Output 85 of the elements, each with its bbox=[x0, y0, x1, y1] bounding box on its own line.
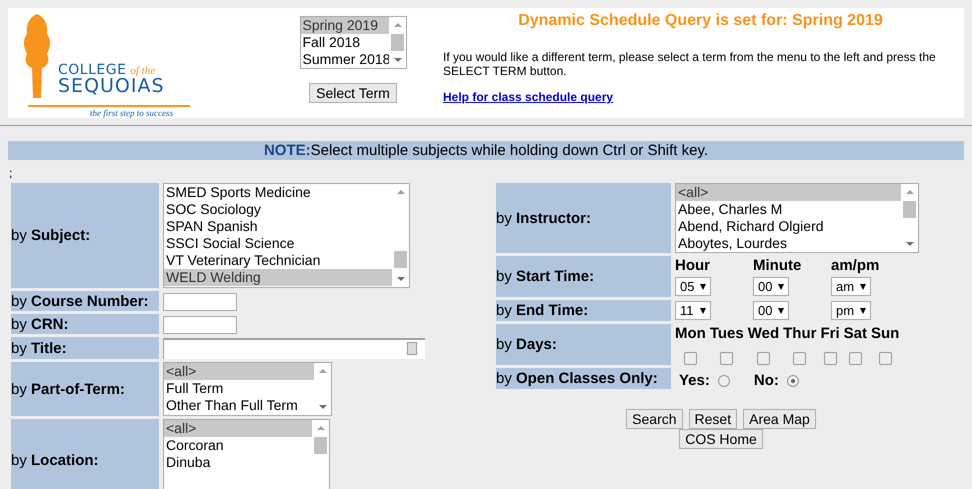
term-option[interactable]: Summer 2018 bbox=[300, 51, 388, 68]
form-button[interactable]: COS Home bbox=[679, 429, 763, 449]
listbox-option[interactable]: Dinuba bbox=[164, 454, 312, 471]
listbox-option[interactable]: VT Veterinary Technician bbox=[164, 252, 392, 269]
instructions: If you would like a different term, please select a term from the menu to the left and press the SELECT TERM button. bbox=[443, 50, 937, 78]
logo-text: of the bbox=[130, 65, 156, 77]
logo-text: SEQUOIAS bbox=[58, 77, 165, 96]
form-button[interactable]: Search bbox=[626, 409, 683, 429]
day-label: Thur bbox=[783, 324, 816, 344]
day-checkbox[interactable] bbox=[793, 352, 806, 365]
filter-listbox[interactable]: <all> Full Term Other Than Full Term bbox=[163, 362, 332, 416]
listbox-option[interactable]: Aboytes, Lourdes bbox=[676, 235, 901, 252]
day-checkbox[interactable] bbox=[720, 352, 734, 365]
text-input[interactable] bbox=[163, 293, 237, 311]
term-option[interactable]: Spring 2019 bbox=[300, 17, 388, 34]
filter-label: by CRN: bbox=[11, 314, 159, 334]
logo-tagline: the first step to success bbox=[90, 108, 173, 118]
filter-label: by Part-of-Term: bbox=[11, 362, 159, 416]
listbox-option[interactable]: Abend, Richard Olgierd bbox=[676, 218, 901, 235]
listbox-option[interactable]: Full Term bbox=[164, 380, 314, 397]
day-label: Sun bbox=[870, 324, 900, 344]
listbox-option[interactable]: SMED Sports Medicine bbox=[164, 184, 392, 201]
title-input[interactable] bbox=[163, 338, 425, 359]
caret-icon bbox=[778, 308, 784, 314]
radio-label: No: bbox=[754, 372, 779, 389]
filter-listbox[interactable]: SMED Sports Medicine SOC Sociology SPAN Spanish SSCI Social Science VT Veterinary Technician WELD Welding bbox=[163, 183, 410, 288]
separator-text: ; bbox=[9, 166, 14, 178]
listbox-option[interactable]: Other Than Full Term bbox=[164, 397, 314, 414]
day-label: Tues bbox=[710, 324, 744, 344]
listbox-option[interactable]: Corcoran bbox=[164, 437, 312, 454]
filter-label: by Title: bbox=[11, 337, 159, 359]
term-listbox[interactable]: Spring 2019 Fall 2018 Summer 2018 bbox=[300, 16, 406, 69]
instructor-listbox[interactable]: <all> Abee, Charles M Abend, Richard Olgierd Aboytes, Lourdes bbox=[675, 183, 919, 253]
caret-icon bbox=[778, 284, 784, 290]
select-term-button[interactable]: Select Term bbox=[309, 83, 397, 103]
filter-label: by Open Classes Only: bbox=[496, 368, 671, 389]
time-dropdown[interactable]: am bbox=[831, 277, 872, 296]
caret-icon bbox=[860, 308, 866, 314]
listbox-option[interactable]: SSCI Social Science bbox=[164, 235, 392, 252]
filter-label: by Days: bbox=[496, 324, 671, 365]
day-label: Wed bbox=[748, 324, 780, 344]
column-heading: Hour bbox=[675, 256, 711, 276]
filter-label: by End Time: bbox=[496, 300, 671, 321]
day-checkbox[interactable] bbox=[756, 352, 770, 365]
time-dropdown[interactable]: 00 bbox=[753, 301, 790, 320]
listbox-option[interactable]: Abee, Charles M bbox=[676, 201, 901, 218]
caret-icon bbox=[700, 308, 706, 314]
listbox-option[interactable]: <all> bbox=[164, 363, 314, 380]
time-dropdown[interactable]: 00 bbox=[753, 277, 790, 296]
filter-label: by Subject: bbox=[11, 183, 159, 288]
day-label: Sat bbox=[844, 324, 867, 344]
day-label: Mon bbox=[675, 324, 706, 344]
time-dropdown[interactable]: 11 bbox=[675, 301, 710, 320]
time-dropdown[interactable]: 05 bbox=[675, 277, 712, 296]
form-button[interactable]: Reset bbox=[688, 409, 738, 429]
day-checkbox[interactable] bbox=[824, 352, 837, 365]
listbox-option[interactable]: WELD Welding bbox=[164, 269, 392, 286]
caret-icon bbox=[860, 284, 866, 290]
day-checkbox[interactable] bbox=[684, 352, 697, 365]
listbox-option[interactable]: <all> bbox=[676, 184, 901, 201]
filter-label: by Instructor: bbox=[496, 183, 671, 253]
day-label: Fri bbox=[820, 324, 840, 344]
time-dropdown[interactable]: pm bbox=[831, 301, 872, 320]
filter-label: by Start Time: bbox=[496, 256, 671, 297]
listbox-option[interactable]: SOC Sociology bbox=[164, 201, 392, 218]
term-option[interactable]: Fall 2018 bbox=[300, 34, 388, 51]
column-heading: Minute bbox=[753, 256, 802, 276]
help-link[interactable]: Help for class schedule query bbox=[443, 90, 614, 104]
listbox-option[interactable]: <all> bbox=[164, 420, 312, 437]
filter-label: by Location: bbox=[11, 419, 159, 489]
radio-label: Yes: bbox=[679, 372, 710, 389]
filter-label: by Course Number: bbox=[11, 291, 159, 311]
day-checkbox[interactable] bbox=[878, 352, 892, 365]
filter-listbox[interactable]: <all> Corcoran Dinuba bbox=[163, 419, 330, 489]
radio-button[interactable] bbox=[786, 374, 799, 386]
note-bar: NOTE:Select multiple subjects while holding down Ctrl or Shift key. bbox=[8, 141, 964, 160]
logo-text: COLLEGE bbox=[58, 62, 126, 78]
caret-icon bbox=[700, 284, 706, 290]
heading: Dynamic Schedule Query is set for: Spring 2019 bbox=[517, 12, 884, 30]
form-button[interactable]: Area Map bbox=[743, 409, 816, 429]
radio-button[interactable] bbox=[718, 374, 730, 386]
column-heading: am/pm bbox=[831, 256, 880, 276]
text-input[interactable] bbox=[163, 316, 237, 334]
day-checkbox[interactable] bbox=[848, 352, 862, 365]
listbox-option[interactable]: SPAN Spanish bbox=[164, 218, 392, 235]
